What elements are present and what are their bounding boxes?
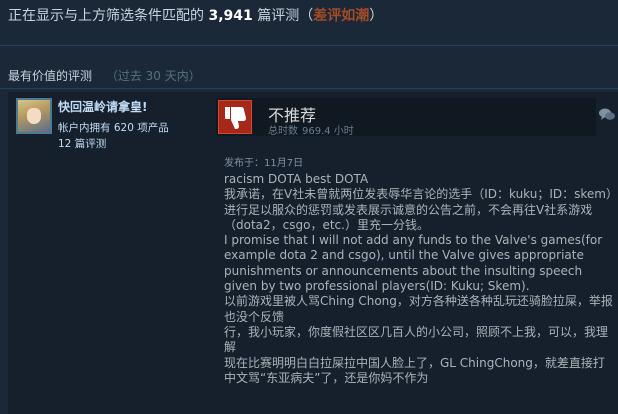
overall-rating[interactable]: 差评如潮 [313, 8, 369, 24]
review-line: 行，我小玩家，你度假社区区几百人的小公司，照顾不上我，可以，我理解 [224, 324, 609, 355]
divider [0, 45, 618, 46]
author-name[interactable]: 快回温岭请拿皇! [58, 98, 147, 115]
section-title: 最有价值的评测 [8, 69, 93, 83]
review-count-summary: 正在显示与上方筛选条件匹配的 3,941 篇评测（差评如潮） [8, 5, 383, 27]
review-line: 现在比赛明明白白拉屎拉中国人脸上了，GL ChingChong，就差直接打中文骂… [224, 355, 605, 385]
playtime: 总时数 969.4 小时 [268, 122, 354, 137]
section-period: （过去 30 天内） [105, 69, 201, 83]
review-line: 以前游戏里被人骂Ching Chong，对方各种送各种乱玩还骑脸拉屎，举报也没个… [224, 294, 613, 324]
section-heading: 最有价值的评测 （过去 30 天内） [8, 66, 201, 86]
avatar[interactable] [16, 98, 52, 134]
review-line: I promise that I will not add any funds … [224, 233, 603, 294]
thumbs-down-icon [218, 100, 252, 134]
summary-open-paren: （ [299, 8, 314, 24]
playtime-label: 总时数 [268, 126, 298, 137]
comment-bubble-icon[interactable] [598, 107, 616, 123]
review-author: 快回温岭请拿皇! 帐户内拥有 620 项产品 12 篇评测 [8, 92, 208, 152]
review-card: 快回温岭请拿皇! 帐户内拥有 620 项产品 12 篇评测 不推荐 总时数 969… [8, 92, 618, 414]
review-content: racism DOTA best DOTA 我承诺，在V社未曾就两位发表辱华言论… [224, 172, 616, 386]
products-owned: 帐户内拥有 620 项产品 [58, 122, 169, 134]
section-divider [0, 88, 618, 89]
review-body: 不推荐 总时数 969.4 小时 发布于：11月7日 racism DOTA be… [216, 92, 618, 414]
summary-suffix: 篇评测 [257, 8, 300, 24]
summary-prefix: 正在显示与上方筛选条件匹配的 [8, 8, 204, 24]
posted-date: 发布于：11月7日 [224, 158, 304, 169]
review-line: 我承诺，在V社未曾就两位发表辱华言论的选手（ID：kuku；ID：skem）进行… [224, 187, 612, 232]
review-line: racism DOTA best DOTA [224, 172, 369, 186]
vote-header[interactable]: 不推荐 总时数 969.4 小时 [216, 98, 596, 137]
avatar-face [27, 108, 41, 124]
review-count: 3,941 [208, 8, 253, 24]
author-review-count[interactable]: 12 篇评测 [58, 136, 106, 151]
summary-close-paren: ） [369, 8, 384, 24]
playtime-value: 969.4 小时 [302, 126, 354, 137]
